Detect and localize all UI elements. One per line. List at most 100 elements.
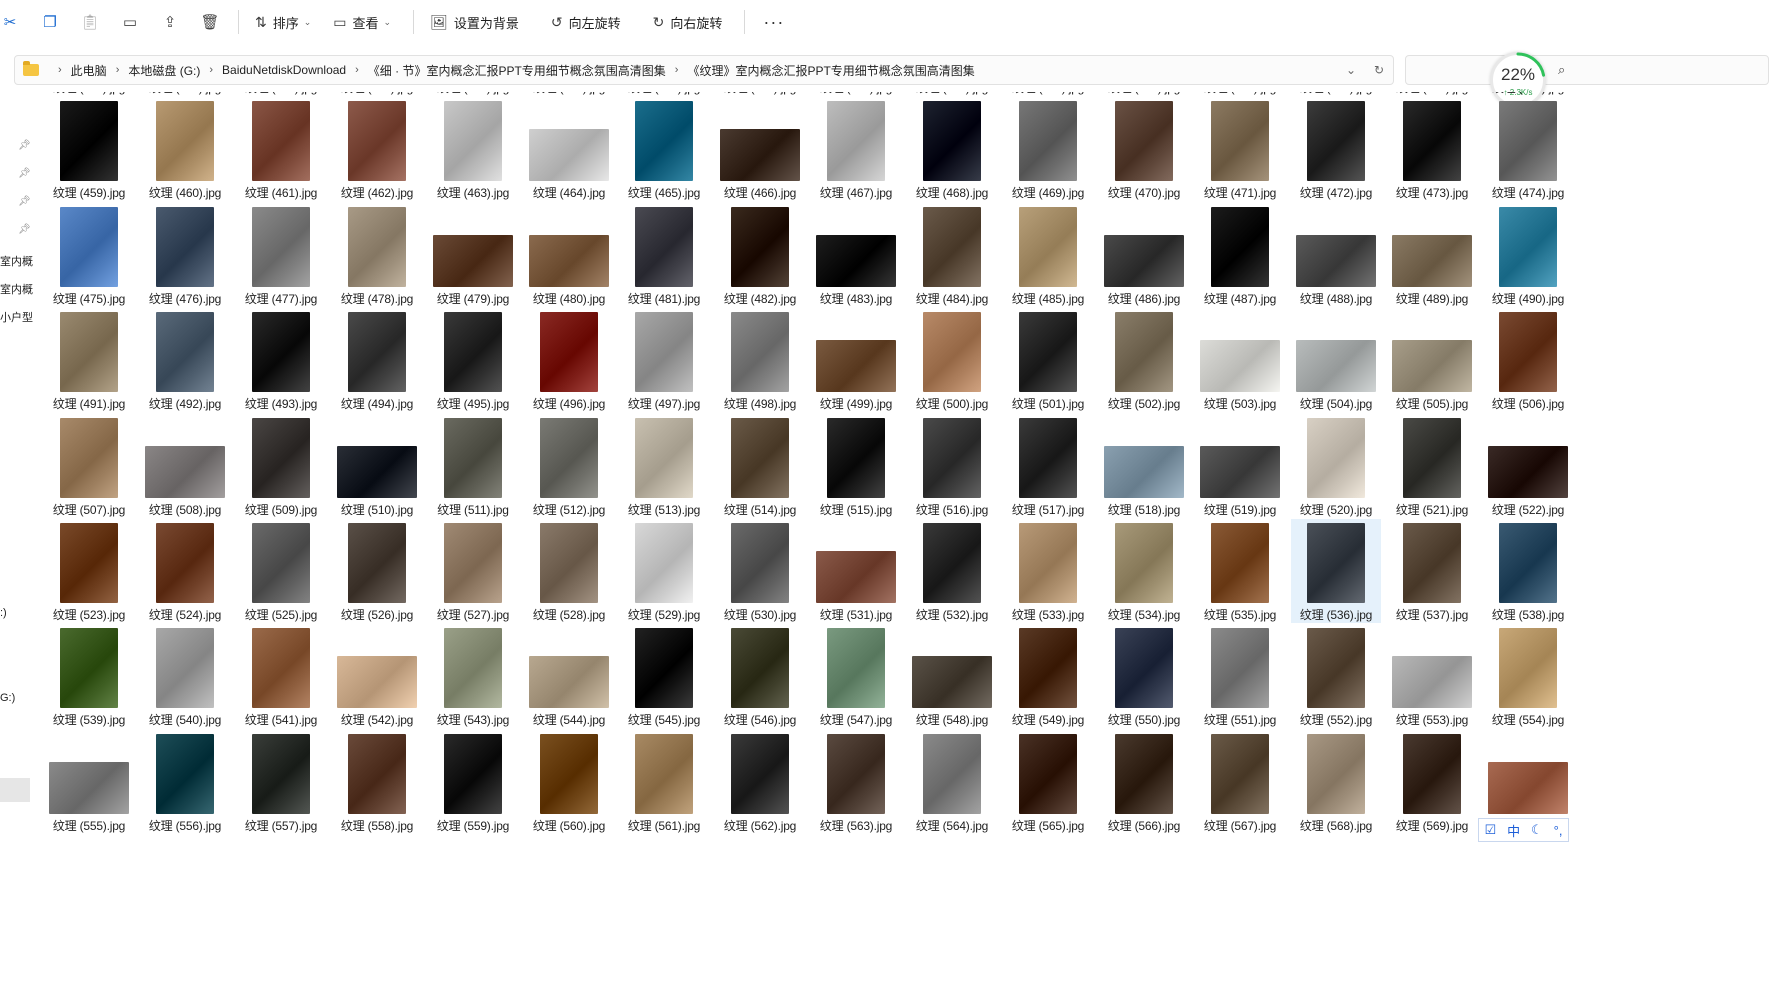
file-item[interactable]: 纹理 (513).jpg bbox=[619, 414, 709, 518]
trash-icon[interactable]: 🗑︎ bbox=[196, 8, 224, 36]
file-item[interactable]: 纹理 (498).jpg bbox=[715, 308, 805, 412]
file-item[interactable]: 纹理 (449).jpg bbox=[619, 92, 709, 96]
file-item[interactable]: 纹理 (509).jpg bbox=[236, 414, 326, 518]
more-options-button[interactable]: ··· bbox=[763, 12, 784, 33]
refresh-icon[interactable]: ↻ bbox=[1365, 63, 1393, 77]
breadcrumb-texture-folder[interactable]: 《纹理》室内概念汇报PPT专用细节概念氛围高清图集 bbox=[687, 62, 974, 79]
file-item[interactable]: 纹理 (563).jpg bbox=[811, 730, 901, 834]
file-item[interactable]: 纹理 (527).jpg bbox=[428, 519, 518, 623]
file-item[interactable]: 纹理 (541).jpg bbox=[236, 624, 326, 728]
moon-icon[interactable]: ☾ bbox=[1531, 822, 1543, 838]
search-input[interactable] bbox=[1405, 55, 1769, 85]
file-item[interactable]: 纹理 (493).jpg bbox=[236, 308, 326, 412]
sort-button[interactable]: ⇅ 排序 ⌄ bbox=[247, 6, 319, 38]
file-item[interactable]: 纹理 (523).jpg bbox=[44, 519, 134, 623]
file-item[interactable]: 纹理 (448).jpg bbox=[524, 92, 614, 96]
file-item[interactable]: 纹理 (485).jpg bbox=[1003, 203, 1093, 307]
file-item[interactable]: 纹理 (528).jpg bbox=[524, 519, 614, 623]
file-item[interactable]: 纹理 (503).jpg bbox=[1195, 308, 1285, 412]
file-item[interactable]: 纹理 (450).jpg bbox=[715, 92, 805, 96]
file-item[interactable]: 纹理 (460).jpg bbox=[140, 97, 230, 201]
file-item[interactable]: 纹理 (495).jpg bbox=[428, 308, 518, 412]
file-item[interactable]: 纹理 (496).jpg bbox=[524, 308, 614, 412]
view-button[interactable]: ▭ 查看 ⌄ bbox=[325, 6, 399, 38]
file-item[interactable]: 纹理 (562).jpg bbox=[715, 730, 805, 834]
set-background-button[interactable]: 🖼︎ 设置为背景 bbox=[422, 6, 527, 38]
file-item[interactable]: 纹理 (479).jpg bbox=[428, 203, 518, 307]
file-item[interactable]: 纹理 (537).jpg bbox=[1387, 519, 1477, 623]
file-item[interactable]: 纹理 (454).jpg bbox=[1099, 92, 1189, 96]
file-item[interactable]: 纹理 (543).jpg bbox=[428, 624, 518, 728]
file-item[interactable]: 纹理 (504).jpg bbox=[1291, 308, 1381, 412]
file-item[interactable]: 纹理 (451).jpg bbox=[811, 92, 901, 96]
address-bar[interactable]: › 此电脑 › 本地磁盘 (G:) › BaiduNetdiskDownload… bbox=[14, 55, 1394, 85]
file-item[interactable]: 纹理 (550).jpg bbox=[1099, 624, 1189, 728]
file-item[interactable]: 纹理 (544).jpg bbox=[524, 624, 614, 728]
breadcrumb-detail-folder[interactable]: 《细 · 节》室内概念汇报PPT专用细节概念氛围高清图集 bbox=[368, 62, 666, 79]
file-item[interactable]: 纹理 (470).jpg bbox=[1099, 97, 1189, 201]
file-item[interactable]: 纹理 (486).jpg bbox=[1099, 203, 1189, 307]
file-item[interactable]: 纹理 (520).jpg bbox=[1291, 414, 1381, 518]
file-item[interactable]: 纹理 (518).jpg bbox=[1099, 414, 1189, 518]
file-item[interactable]: 纹理 (558).jpg bbox=[332, 730, 422, 834]
file-item[interactable]: 纹理 (465).jpg bbox=[619, 97, 709, 201]
breadcrumb-drive[interactable]: 本地磁盘 (G:) bbox=[128, 62, 200, 79]
file-item[interactable]: 纹理 (555).jpg bbox=[44, 730, 134, 834]
file-item[interactable]: 纹理 (567).jpg bbox=[1195, 730, 1285, 834]
file-item[interactable]: 纹理 (491).jpg bbox=[44, 308, 134, 412]
file-item[interactable]: 纹理 (500).jpg bbox=[907, 308, 997, 412]
file-item[interactable]: 纹理 (542).jpg bbox=[332, 624, 422, 728]
paste-icon[interactable]: 📋︎ bbox=[76, 8, 104, 36]
file-item[interactable]: 纹理 (508).jpg bbox=[140, 414, 230, 518]
file-item[interactable]: 纹理 (510).jpg bbox=[332, 414, 422, 518]
file-item[interactable]: 纹理 (559).jpg bbox=[428, 730, 518, 834]
chevron-down-icon[interactable]: ⌄ bbox=[1337, 63, 1365, 77]
file-item[interactable]: 纹理 (472).jpg bbox=[1291, 97, 1381, 201]
file-item[interactable]: 纹理 (557).jpg bbox=[236, 730, 326, 834]
rotate-left-button[interactable]: ↺ 向左旋转 bbox=[543, 6, 629, 38]
file-item[interactable]: 纹理 (506).jpg bbox=[1483, 308, 1573, 412]
file-item[interactable]: 纹理 (444).jpg bbox=[140, 92, 230, 96]
file-item[interactable]: 纹理 (466).jpg bbox=[715, 97, 805, 201]
file-item[interactable]: 纹理 (505).jpg bbox=[1387, 308, 1477, 412]
nav-item[interactable]: 室内概 bbox=[0, 253, 33, 269]
ime-toolbar[interactable]: ☑ 中 ☾ °, bbox=[1478, 818, 1569, 842]
file-item[interactable]: 纹理 (565).jpg bbox=[1003, 730, 1093, 834]
share-icon[interactable]: ⇪ bbox=[156, 8, 184, 36]
file-item[interactable]: 纹理 (538).jpg bbox=[1483, 519, 1573, 623]
copy-icon[interactable]: ❐ bbox=[36, 8, 64, 36]
file-item[interactable]: 纹理 (462).jpg bbox=[332, 97, 422, 201]
rename-icon[interactable]: ▭ bbox=[116, 8, 144, 36]
file-item[interactable]: 纹理 (469).jpg bbox=[1003, 97, 1093, 201]
file-item[interactable]: 纹理 (545).jpg bbox=[619, 624, 709, 728]
file-item[interactable]: 纹理 (536).jpg bbox=[1291, 519, 1381, 623]
file-item[interactable]: 纹理 (446).jpg bbox=[332, 92, 422, 96]
file-item[interactable]: 纹理 (556).jpg bbox=[140, 730, 230, 834]
file-item[interactable]: 纹理 (551).jpg bbox=[1195, 624, 1285, 728]
file-item[interactable]: 纹理 (464).jpg bbox=[524, 97, 614, 201]
file-item[interactable]: 纹理 (477).jpg bbox=[236, 203, 326, 307]
file-item[interactable]: 纹理 (481).jpg bbox=[619, 203, 709, 307]
file-item[interactable]: 纹理 (533).jpg bbox=[1003, 519, 1093, 623]
checkbox-icon[interactable]: ☑ bbox=[1484, 822, 1496, 838]
file-item[interactable]: 纹理 (455).jpg bbox=[1195, 92, 1285, 96]
file-item[interactable]: 纹理 (447).jpg bbox=[428, 92, 518, 96]
breadcrumb-download-folder[interactable]: BaiduNetdiskDownload bbox=[222, 63, 346, 77]
file-item[interactable]: 纹理 (507).jpg bbox=[44, 414, 134, 518]
file-item[interactable]: 纹理 (511).jpg bbox=[428, 414, 518, 518]
file-item[interactable]: 纹理 (569).jpg bbox=[1387, 730, 1477, 834]
file-item[interactable]: 纹理 (553).jpg bbox=[1387, 624, 1477, 728]
scissors-icon[interactable]: ✂ bbox=[0, 8, 24, 36]
file-item[interactable]: 纹理 (531).jpg bbox=[811, 519, 901, 623]
file-item[interactable]: 纹理 (548).jpg bbox=[907, 624, 997, 728]
file-item[interactable]: 纹理 (467).jpg bbox=[811, 97, 901, 201]
search-icon[interactable]: ⌕ bbox=[1558, 62, 1565, 78]
file-item[interactable]: 纹理 (561).jpg bbox=[619, 730, 709, 834]
file-item[interactable]: 纹理 (492).jpg bbox=[140, 308, 230, 412]
file-item[interactable]: 纹理 (525).jpg bbox=[236, 519, 326, 623]
file-item[interactable]: 纹理 (529).jpg bbox=[619, 519, 709, 623]
file-item[interactable]: 纹理 (501).jpg bbox=[1003, 308, 1093, 412]
file-item[interactable]: 纹理 (554).jpg bbox=[1483, 624, 1573, 728]
file-item[interactable]: 纹理 (539).jpg bbox=[44, 624, 134, 728]
file-item[interactable]: 纹理 (549).jpg bbox=[1003, 624, 1093, 728]
